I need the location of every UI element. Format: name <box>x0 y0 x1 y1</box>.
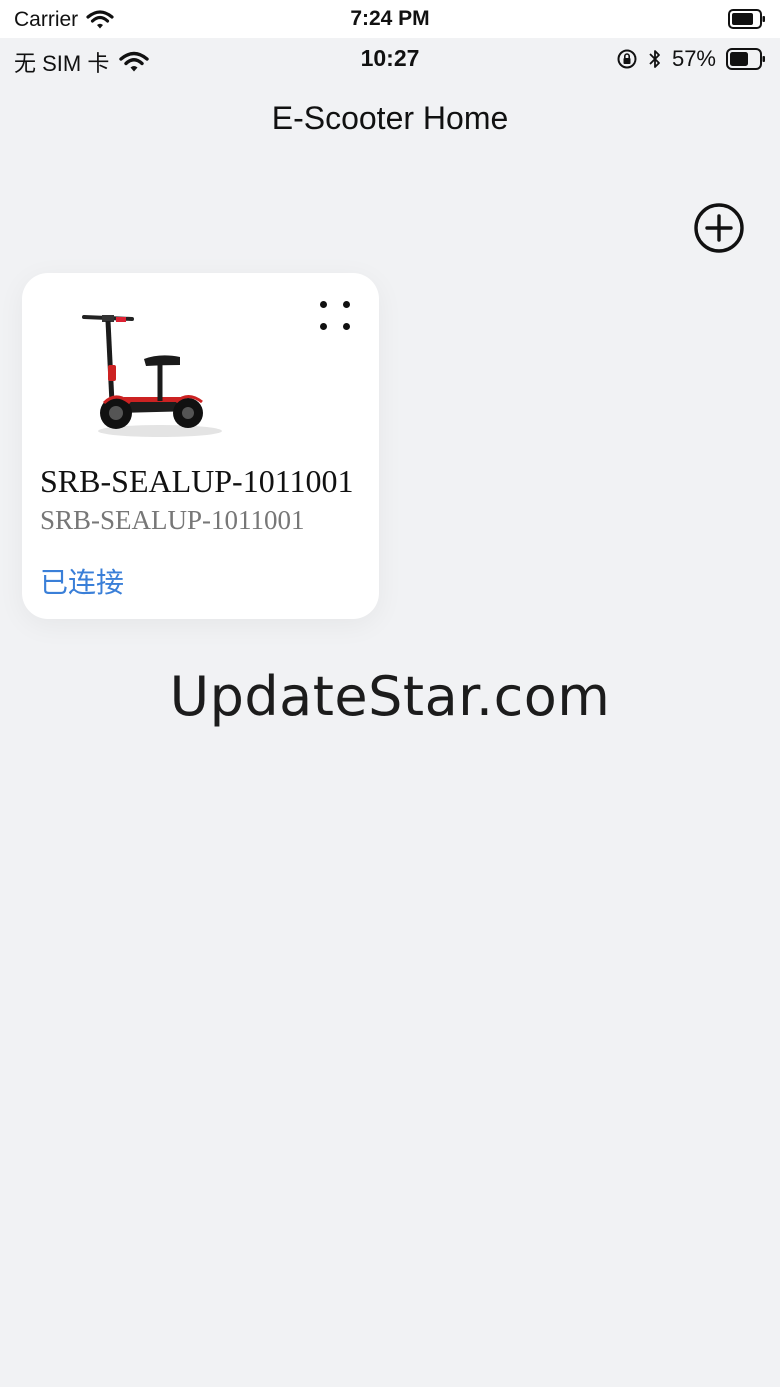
battery-percent: 57% <box>671 46 716 71</box>
inner-status-bar: 无 SIM 卡 10:27 57% <box>0 38 780 82</box>
add-device-button[interactable] <box>693 202 745 254</box>
bluetooth-icon <box>649 50 660 68</box>
more-options-button[interactable] <box>314 295 358 339</box>
add-circle-icon <box>694 203 744 253</box>
rotation-lock-icon <box>617 49 637 69</box>
connection-status: 已连接 <box>40 566 125 599</box>
outer-status-bar: Carrier 7:24 PM <box>0 0 780 38</box>
battery-icon <box>728 9 765 29</box>
battery-icon <box>726 48 765 70</box>
device-id: SRB-SEALUP-1011001 <box>40 505 305 535</box>
outer-time: 7:24 PM <box>350 7 430 30</box>
inner-status-right: 57% <box>616 46 766 72</box>
page-title: E-Scooter Home <box>271 100 509 136</box>
device-name: SRB-SEALUP-1011001 <box>40 463 354 499</box>
device-card[interactable]: SRB-SEALUP-1011001 SRB-SEALUP-1011001 已连… <box>22 273 379 619</box>
scooter-image <box>82 315 222 437</box>
watermark: UpdateStar.com <box>169 665 611 728</box>
